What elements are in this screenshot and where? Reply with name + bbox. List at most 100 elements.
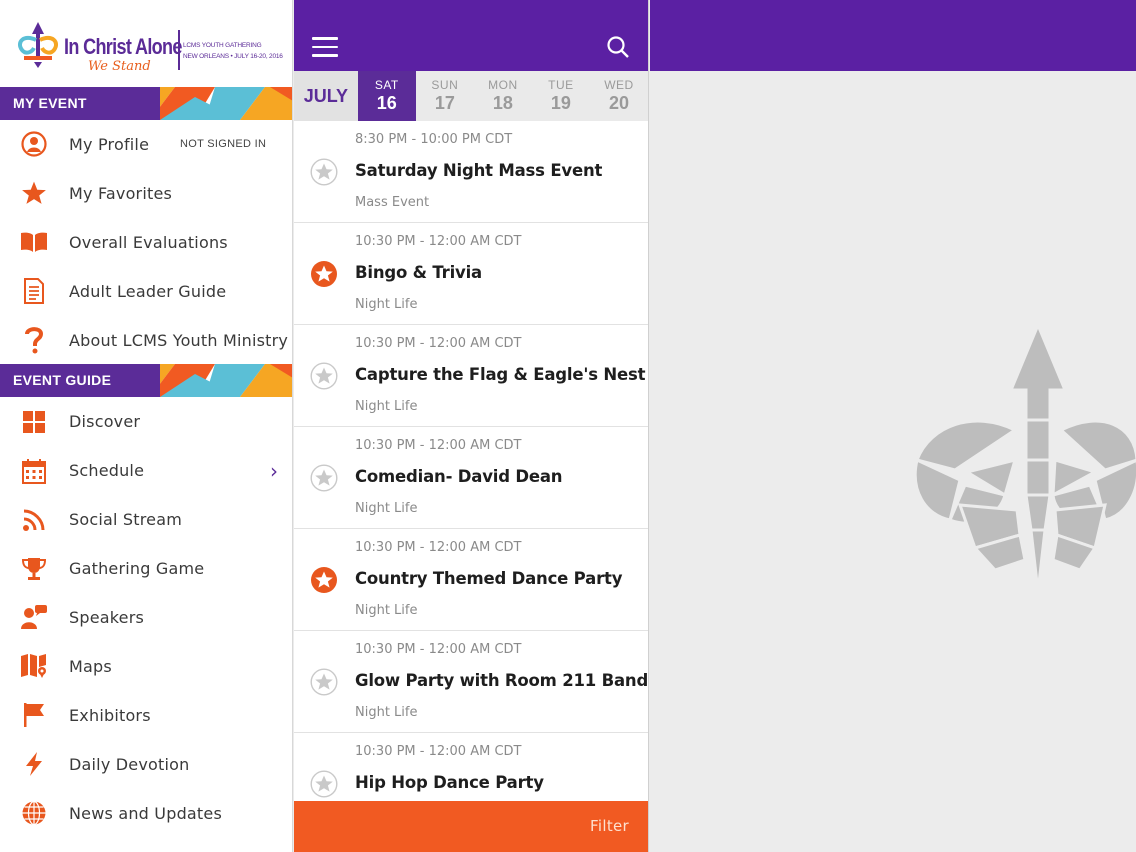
sidebar-item-my-favorites[interactable]: My Favorites xyxy=(0,169,292,218)
event-title: Country Themed Dance Party xyxy=(355,569,623,588)
sidebar-item-news-updates[interactable]: News and Updates xyxy=(0,789,292,838)
question-icon xyxy=(20,326,48,354)
event-title: Bingo & Trivia xyxy=(355,263,482,282)
month-label: JULY xyxy=(294,71,358,121)
sidebar-item-daily-devotion[interactable]: Daily Devotion xyxy=(0,740,292,789)
sidebar-item-label: Overall Evaluations xyxy=(69,232,228,252)
sidebar-item-label: Speakers xyxy=(69,607,145,627)
event-category: Mass Event xyxy=(355,195,430,210)
event-row[interactable]: 10:30 PM - 12:00 AM CDT Bingo & Trivia Nig… xyxy=(294,223,648,325)
logo-tagline: We Stand xyxy=(88,59,151,74)
schedule-panel: JULY SAT 16 SUN 17 MON 18 TUE 19 WED 20 … xyxy=(294,0,649,852)
day-tab-wed-20[interactable]: WED 20 xyxy=(590,71,648,121)
sidebar-item-speakers[interactable]: Speakers xyxy=(0,593,292,642)
event-category: Night Life xyxy=(355,501,418,516)
sidebar-item-my-profile[interactable]: My Profile NOT SIGNED IN xyxy=(0,120,292,169)
favorite-star-icon[interactable] xyxy=(310,158,338,186)
day-tab-sun-17[interactable]: SUN 17 xyxy=(416,71,474,121)
day-tab-mon-18[interactable]: MON 18 xyxy=(474,71,532,121)
day-number: 16 xyxy=(376,93,397,113)
sidebar-item-label: Exhibitors xyxy=(69,705,151,725)
document-icon xyxy=(20,277,48,305)
chevron-right-icon: › xyxy=(270,458,278,483)
day-name: SAT xyxy=(374,78,399,92)
search-icon[interactable] xyxy=(606,35,630,59)
sidebar-item-label: Discover xyxy=(69,412,141,432)
user-icon xyxy=(20,130,48,158)
event-title: Hip Hop Dance Party xyxy=(355,773,544,792)
event-time: 8:30 PM - 10:00 PM CDT xyxy=(355,132,513,147)
event-row[interactable]: 10:30 PM - 12:00 AM CDT Country Themed Da… xyxy=(294,529,648,631)
logo-subtitle-line1: LCMS YOUTH GATHERING xyxy=(183,42,262,49)
event-category: Night Life xyxy=(355,705,418,720)
sidebar-item-label: Gathering Game xyxy=(69,559,205,579)
event-row[interactable]: 8:30 PM - 10:00 PM CDT Saturday Night Mas… xyxy=(294,121,648,223)
menu-icon[interactable] xyxy=(312,37,338,63)
filter-bar: Filter xyxy=(294,801,648,852)
map-icon xyxy=(20,652,48,680)
sidebar-item-label: My Favorites xyxy=(69,183,173,203)
sidebar-item-exhibitors[interactable]: Exhibitors xyxy=(0,691,292,740)
sidebar-item-label: News and Updates xyxy=(69,803,222,823)
day-number: 18 xyxy=(492,93,513,113)
day-name: WED xyxy=(604,78,634,92)
logo-title: In Christ Alone xyxy=(64,34,182,59)
sidebar-item-social-stream[interactable]: Social Stream xyxy=(0,495,292,544)
event-row[interactable]: 10:30 PM - 12:00 AM CDT Comedian- David D… xyxy=(294,427,648,529)
bolt-icon xyxy=(20,750,48,778)
favorite-star-icon[interactable] xyxy=(310,770,338,798)
event-category: Night Life xyxy=(355,603,418,618)
sidebar-item-overall-evaluations[interactable]: Overall Evaluations xyxy=(0,218,292,267)
event-row[interactable]: 10:30 PM - 12:00 AM CDT Glow Party with R… xyxy=(294,631,648,733)
sidebar-item-adult-leader-guide[interactable]: Adult Leader Guide xyxy=(0,267,292,316)
event-list: 8:30 PM - 10:00 PM CDT Saturday Night Mas… xyxy=(294,121,648,835)
sidebar-item-gathering-game[interactable]: Gathering Game xyxy=(0,544,292,593)
day-tab-tue-19[interactable]: TUE 19 xyxy=(532,71,590,121)
sidebar-item-label: My Profile xyxy=(69,134,150,154)
favorite-star-filled-icon[interactable] xyxy=(310,566,338,594)
sidebar-item-about-lcms[interactable]: About LCMS Youth Ministry xyxy=(0,316,292,365)
favorite-star-filled-icon[interactable] xyxy=(310,260,338,288)
event-row[interactable]: 10:30 PM - 12:00 AM CDT Capture the Flag … xyxy=(294,325,648,427)
speaker-icon xyxy=(20,603,48,631)
sidebar-item-label: Social Stream xyxy=(69,510,183,530)
filter-button[interactable]: Filter xyxy=(590,817,629,835)
flag-icon xyxy=(20,701,48,729)
section-header-label: MY EVENT xyxy=(0,87,160,120)
day-number: 17 xyxy=(434,93,455,113)
favorite-star-icon[interactable] xyxy=(310,464,338,492)
event-time: 10:30 PM - 12:00 AM CDT xyxy=(355,642,522,657)
favorite-star-icon[interactable] xyxy=(310,668,338,696)
event-time: 10:30 PM - 12:00 AM CDT xyxy=(355,336,522,351)
event-category: Night Life xyxy=(355,399,418,414)
rss-icon xyxy=(20,506,48,534)
day-tab-sat-16[interactable]: SAT 16 xyxy=(357,71,416,121)
star-icon xyxy=(20,179,48,207)
sign-in-status: NOT SIGNED IN xyxy=(180,138,267,151)
section-header-event-guide: EVENT GUIDE xyxy=(0,364,292,398)
sidebar-item-discover[interactable]: Discover xyxy=(0,397,292,446)
top-nav-bar xyxy=(294,0,648,71)
sidebar-item-label: About LCMS Youth Ministry xyxy=(69,330,289,350)
sidebar-item-label: Schedule xyxy=(69,461,145,481)
sidebar-item-maps[interactable]: Maps xyxy=(0,642,292,691)
grid-icon xyxy=(20,408,48,436)
day-name: SUN xyxy=(431,78,459,92)
sidebar-item-label: Maps xyxy=(69,656,112,676)
sidebar: In Christ Alone We Stand LCMS YOUTH GATH… xyxy=(0,0,293,852)
logo-subtitle-line2: NEW ORLEANS • JULY 16-20, 2016 xyxy=(183,53,283,60)
day-name: MON xyxy=(488,78,518,92)
event-time: 10:30 PM - 12:00 AM CDT xyxy=(355,438,522,453)
logo-divider xyxy=(178,30,180,70)
section-header-label: EVENT GUIDE xyxy=(0,364,160,398)
event-category: Night Life xyxy=(355,297,418,312)
detail-header-bar xyxy=(650,0,1136,71)
book-icon xyxy=(20,228,48,256)
globe-icon xyxy=(20,799,48,827)
sidebar-item-schedule[interactable]: Schedule › xyxy=(0,446,292,495)
sidebar-item-label: Daily Devotion xyxy=(69,754,190,774)
event-time: 10:30 PM - 12:00 AM CDT xyxy=(355,744,522,759)
event-title: Capture the Flag & Eagle's Nest xyxy=(355,365,646,384)
sidebar-item-label: Adult Leader Guide xyxy=(69,281,227,301)
favorite-star-icon[interactable] xyxy=(310,362,338,390)
